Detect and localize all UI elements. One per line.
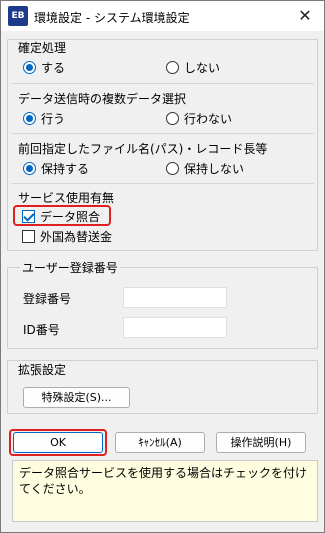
registration-number-label: 登録番号 [23, 292, 72, 306]
discard-filename-radio[interactable]: 保持しない [166, 160, 244, 177]
divider [11, 183, 314, 184]
radio-label: 保持しない [184, 162, 245, 176]
extension-section-label: 拡張設定 [18, 363, 67, 377]
radio-label: 行わない [184, 112, 233, 126]
app-icon: EB [8, 6, 28, 26]
radio-label: しない [184, 61, 221, 75]
foreign-remittance-checkbox[interactable]: 外国為替送金 [22, 228, 112, 245]
divider [11, 133, 314, 134]
checkbox-checked-icon [22, 210, 35, 223]
checkbox-label: 外国為替送金 [40, 230, 113, 244]
divider [11, 83, 314, 84]
registration-group-title: ユーザー登録番号 [20, 259, 120, 276]
services-section-label: サービス使用有無 [18, 191, 115, 205]
confirm-section-label: 確定処理 [18, 41, 67, 55]
radio-label: 行う [41, 112, 66, 126]
radio-unselected-icon [166, 61, 179, 74]
id-number-input[interactable] [123, 317, 227, 338]
checkbox-unchecked-icon [22, 230, 35, 243]
data-matching-checkbox[interactable]: データ照合 [22, 208, 100, 225]
radio-selected-icon [23, 162, 36, 175]
close-icon[interactable]: ✕ [292, 3, 318, 29]
filename-section-label: 前回指定したファイル名(パス)・レコード長等 [18, 142, 268, 156]
ok-button[interactable]: OK [13, 432, 103, 453]
id-number-label: ID番号 [23, 323, 60, 337]
keep-filename-radio[interactable]: 保持する [23, 160, 89, 177]
multi-data-yes-radio[interactable]: 行う [23, 110, 65, 127]
radio-label: 保持する [41, 162, 90, 176]
help-text-box: データ照合サービスを使用する場合はチェックを付けてください。 [12, 460, 318, 522]
settings-dialog: EB 環境設定 - システム環境設定 ✕ 確定処理 する しない データ送信時の… [0, 0, 325, 533]
radio-selected-icon [23, 61, 36, 74]
radio-unselected-icon [166, 162, 179, 175]
multi-data-no-radio[interactable]: 行わない [166, 110, 232, 127]
radio-selected-icon [23, 112, 36, 125]
radio-unselected-icon [166, 112, 179, 125]
confirm-yes-radio[interactable]: する [23, 59, 65, 76]
title-bar[interactable]: EB 環境設定 - システム環境設定 ✕ [1, 1, 324, 31]
cancel-button[interactable]: ｷｬﾝｾﾙ(A) [115, 432, 205, 453]
multi-data-section-label: データ送信時の複数データ選択 [18, 92, 187, 106]
checkbox-label: データ照合 [40, 210, 101, 224]
confirm-no-radio[interactable]: しない [166, 59, 220, 76]
registration-number-input[interactable] [123, 287, 227, 308]
help-button[interactable]: 操作説明(H) [216, 432, 306, 453]
radio-label: する [41, 61, 66, 75]
window-title: 環境設定 - システム環境設定 [34, 11, 190, 25]
special-settings-button[interactable]: 特殊設定(S)... [23, 387, 130, 408]
